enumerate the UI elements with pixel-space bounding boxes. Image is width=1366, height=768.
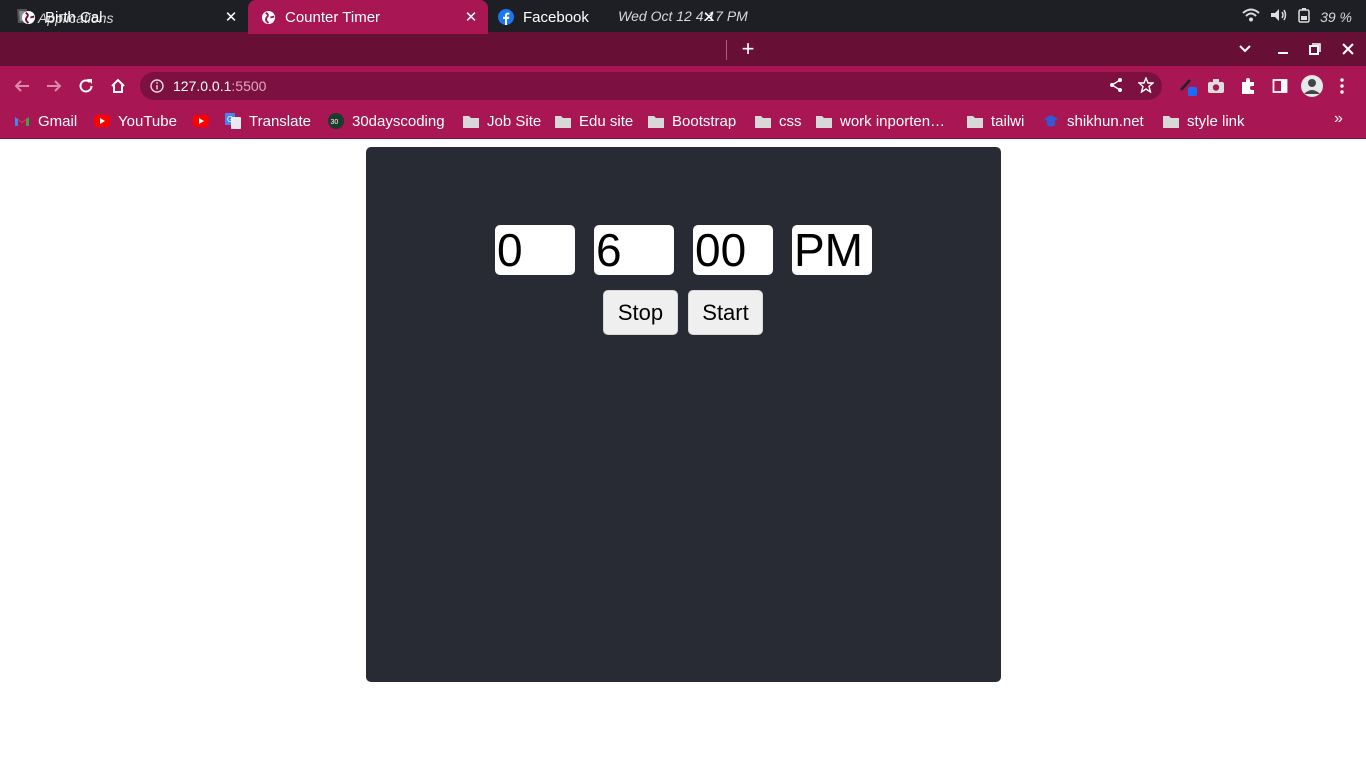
profile-avatar[interactable] bbox=[1300, 74, 1324, 98]
bookmark-translate[interactable]: G Translate bbox=[225, 110, 311, 132]
bookmark-shikhun[interactable]: shikhun.net bbox=[1043, 110, 1144, 132]
bookmark-label: shikhun.net bbox=[1067, 112, 1144, 130]
folder-icon bbox=[1163, 113, 1179, 129]
bookmark-gmail[interactable]: Gmail bbox=[14, 110, 77, 132]
youtube-icon bbox=[94, 113, 110, 129]
color-picker-extension-icon[interactable] bbox=[1175, 74, 1199, 98]
bookmark-label: css bbox=[779, 112, 802, 130]
bookmark-folder-style-link[interactable]: style link bbox=[1163, 110, 1245, 132]
bookmark-label: style link bbox=[1187, 112, 1245, 130]
back-icon[interactable] bbox=[8, 72, 36, 100]
youtube-icon bbox=[193, 113, 209, 129]
bookmark-youtube[interactable]: YouTube bbox=[94, 110, 177, 132]
globe-icon bbox=[260, 9, 276, 25]
bookmark-folder-bootstrap[interactable]: Bootstrap bbox=[648, 110, 736, 132]
new-tab-button[interactable]: + bbox=[736, 32, 760, 66]
battery-icon[interactable] bbox=[1298, 7, 1310, 26]
tab-search-icon[interactable] bbox=[1231, 32, 1259, 66]
folder-icon bbox=[555, 113, 571, 129]
minimize-icon[interactable] bbox=[1269, 32, 1297, 66]
timer-ampm: PM bbox=[792, 225, 872, 275]
timer-hours-ones: 6 bbox=[594, 225, 674, 275]
extensions-puzzle-icon[interactable] bbox=[1236, 74, 1260, 98]
bookmark-label: Translate bbox=[249, 112, 311, 130]
reload-icon[interactable] bbox=[72, 72, 100, 100]
stop-button[interactable]: Stop bbox=[603, 290, 678, 335]
timer-panel bbox=[366, 147, 1001, 682]
restore-icon[interactable] bbox=[1301, 32, 1329, 66]
bookmark-star-icon[interactable] bbox=[1137, 76, 1155, 96]
volume-icon[interactable] bbox=[1270, 8, 1288, 25]
facebook-icon bbox=[498, 9, 514, 25]
bookmark-label: YouTube bbox=[118, 112, 177, 130]
svg-text:G: G bbox=[227, 115, 233, 124]
wifi-icon[interactable] bbox=[1242, 8, 1260, 25]
folder-icon bbox=[755, 113, 771, 129]
folder-icon bbox=[648, 113, 664, 129]
bookmark-30dayscoding[interactable]: 30 30dayscoding bbox=[328, 110, 445, 132]
globe-icon bbox=[20, 9, 36, 25]
bookmark-label: Job Site bbox=[487, 112, 542, 130]
folder-icon bbox=[967, 113, 983, 129]
tab-title: Counter Timer bbox=[285, 8, 381, 26]
browser-menu-icon[interactable] bbox=[1330, 74, 1354, 98]
address-bar[interactable]: 127.0.0.1:5500 bbox=[140, 72, 1162, 100]
translate-icon: G bbox=[225, 113, 241, 129]
bookmark-label: 30dayscoding bbox=[352, 112, 445, 130]
bookmark-folder-css[interactable]: css bbox=[755, 110, 802, 132]
shikhun-icon bbox=[1043, 113, 1059, 129]
bookmark-label: Bootstrap bbox=[672, 112, 737, 130]
bookmark-folder-tailwi[interactable]: tailwi bbox=[967, 110, 1024, 132]
tab-counter-timer[interactable]: Counter Timer ✕ bbox=[248, 0, 488, 34]
tab-strip bbox=[0, 32, 1366, 66]
bookmark-folder-edu-site[interactable]: Edu site bbox=[555, 110, 633, 132]
bookmark-folder-job-site[interactable]: Job Site bbox=[463, 110, 541, 132]
30dayscoding-icon: 30 bbox=[328, 113, 344, 129]
close-window-icon[interactable] bbox=[1334, 32, 1362, 66]
folder-icon bbox=[463, 113, 479, 129]
url-host: 127.0.0.1 bbox=[173, 78, 232, 94]
close-tab-icon[interactable]: ✕ bbox=[218, 8, 244, 26]
svg-text:30: 30 bbox=[331, 119, 339, 126]
bookmark-label: tailwi bbox=[991, 112, 1025, 130]
gmail-icon bbox=[14, 113, 30, 129]
more-bookmarks-icon[interactable]: » bbox=[1334, 110, 1343, 128]
url-port: :5500 bbox=[231, 78, 267, 94]
timer-minutes: 00 bbox=[693, 225, 773, 275]
share-icon[interactable] bbox=[1108, 77, 1124, 96]
tab-title: Birth Cal bbox=[45, 8, 103, 26]
camera-extension-icon[interactable] bbox=[1204, 74, 1228, 98]
close-tab-icon[interactable]: ✕ bbox=[696, 8, 722, 26]
system-tray: 39 % bbox=[1242, 7, 1352, 26]
folder-icon bbox=[816, 113, 832, 129]
home-icon[interactable] bbox=[104, 72, 132, 100]
bookmark-label: Edu site bbox=[579, 112, 634, 130]
tab-title: Facebook bbox=[523, 8, 589, 26]
battery-percent: 39 % bbox=[1320, 8, 1352, 25]
tab-birth-cal[interactable]: Birth Cal ✕ bbox=[0, 0, 248, 34]
bookmark-label: work inporten… bbox=[840, 112, 946, 130]
side-panel-icon[interactable] bbox=[1268, 74, 1292, 98]
timer-hours-tens: 0 bbox=[495, 225, 575, 275]
forward-icon[interactable] bbox=[40, 72, 68, 100]
close-tab-icon[interactable]: ✕ bbox=[458, 8, 484, 26]
tab-facebook[interactable]: Facebook ✕ bbox=[488, 0, 726, 34]
bookmark-folder-work-important[interactable]: work inporten… bbox=[816, 110, 945, 132]
bookmark-label: Gmail bbox=[38, 112, 78, 130]
start-button[interactable]: Start bbox=[688, 290, 763, 335]
tab-separator bbox=[726, 40, 727, 60]
site-info-icon[interactable] bbox=[150, 79, 164, 93]
bookmark-youtube-2[interactable] bbox=[193, 110, 217, 132]
